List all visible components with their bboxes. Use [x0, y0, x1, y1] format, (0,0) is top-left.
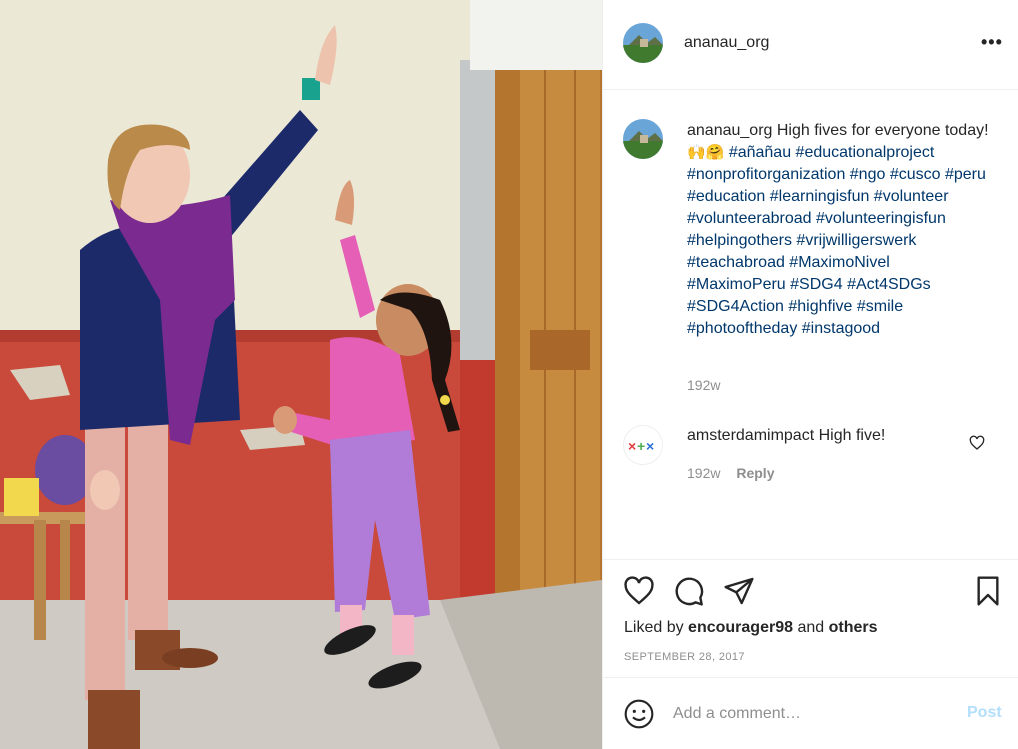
liked-by-user[interactable]: encourager98 [688, 619, 793, 636]
likes-prefix: Liked by [624, 619, 684, 636]
caption-emojis: 🙌🤗 [687, 144, 725, 161]
comment-icon[interactable] [673, 575, 705, 607]
emoji-smile-icon[interactable] [623, 698, 655, 730]
comments-section: ananau_org High fives for everyone today… [603, 91, 1018, 559]
likes-summary: Liked by encourager98 and others [624, 619, 878, 637]
caption-hashtags[interactable]: #añañau #educationalproject #nonprofitor… [687, 144, 986, 337]
add-comment-input[interactable] [673, 702, 953, 726]
more-options-icon[interactable]: ••• [981, 33, 1003, 51]
post-actions: Liked by encourager98 and others SEPTEMB… [603, 559, 1018, 677]
bookmark-icon[interactable] [972, 575, 1004, 607]
header-username[interactable]: ananau_org [684, 34, 769, 52]
avatar-landscape-icon [623, 119, 663, 159]
likes-conj: and [797, 619, 825, 636]
comment-timestamp[interactable]: 192w [687, 465, 720, 481]
heart-icon[interactable] [623, 575, 655, 607]
comment-meta: 192w Reply [687, 465, 774, 481]
post-comment-button[interactable]: Post [967, 704, 1002, 722]
add-comment-bar: Post [603, 677, 1018, 749]
svg-text:+: + [637, 438, 645, 454]
caption-avatar[interactable] [623, 119, 663, 159]
avatar-landscape-icon [623, 23, 663, 63]
post-photo-illustration [0, 0, 602, 749]
post-header: ananau_org ••• [603, 0, 1018, 90]
amsterdam-impact-logo-icon: × + × [624, 426, 662, 464]
comment-text: High five! [818, 427, 886, 444]
post-date[interactable]: SEPTEMBER 28, 2017 [624, 651, 745, 663]
post-details-panel: ananau_org ••• ananau_org High fives for… [602, 0, 1018, 749]
share-icon[interactable] [723, 575, 755, 607]
caption-text: High fives for everyone today! [776, 122, 989, 139]
caption-timestamp[interactable]: 192w [687, 377, 720, 393]
post-photo[interactable] [0, 0, 602, 749]
reply-button[interactable]: Reply [736, 465, 774, 481]
profile-avatar[interactable] [623, 23, 663, 63]
comment-like-heart-icon[interactable] [969, 435, 985, 451]
comment-line: amsterdamimpact High five! [687, 427, 885, 445]
post-caption: ananau_org High fives for everyone today… [687, 120, 992, 340]
svg-text:×: × [628, 438, 636, 454]
caption-username[interactable]: ananau_org [687, 122, 772, 139]
liked-by-others[interactable]: others [829, 619, 878, 636]
commenter-avatar[interactable]: × + × [623, 425, 663, 465]
svg-text:×: × [646, 438, 654, 454]
comment-username[interactable]: amsterdamimpact [687, 427, 814, 444]
